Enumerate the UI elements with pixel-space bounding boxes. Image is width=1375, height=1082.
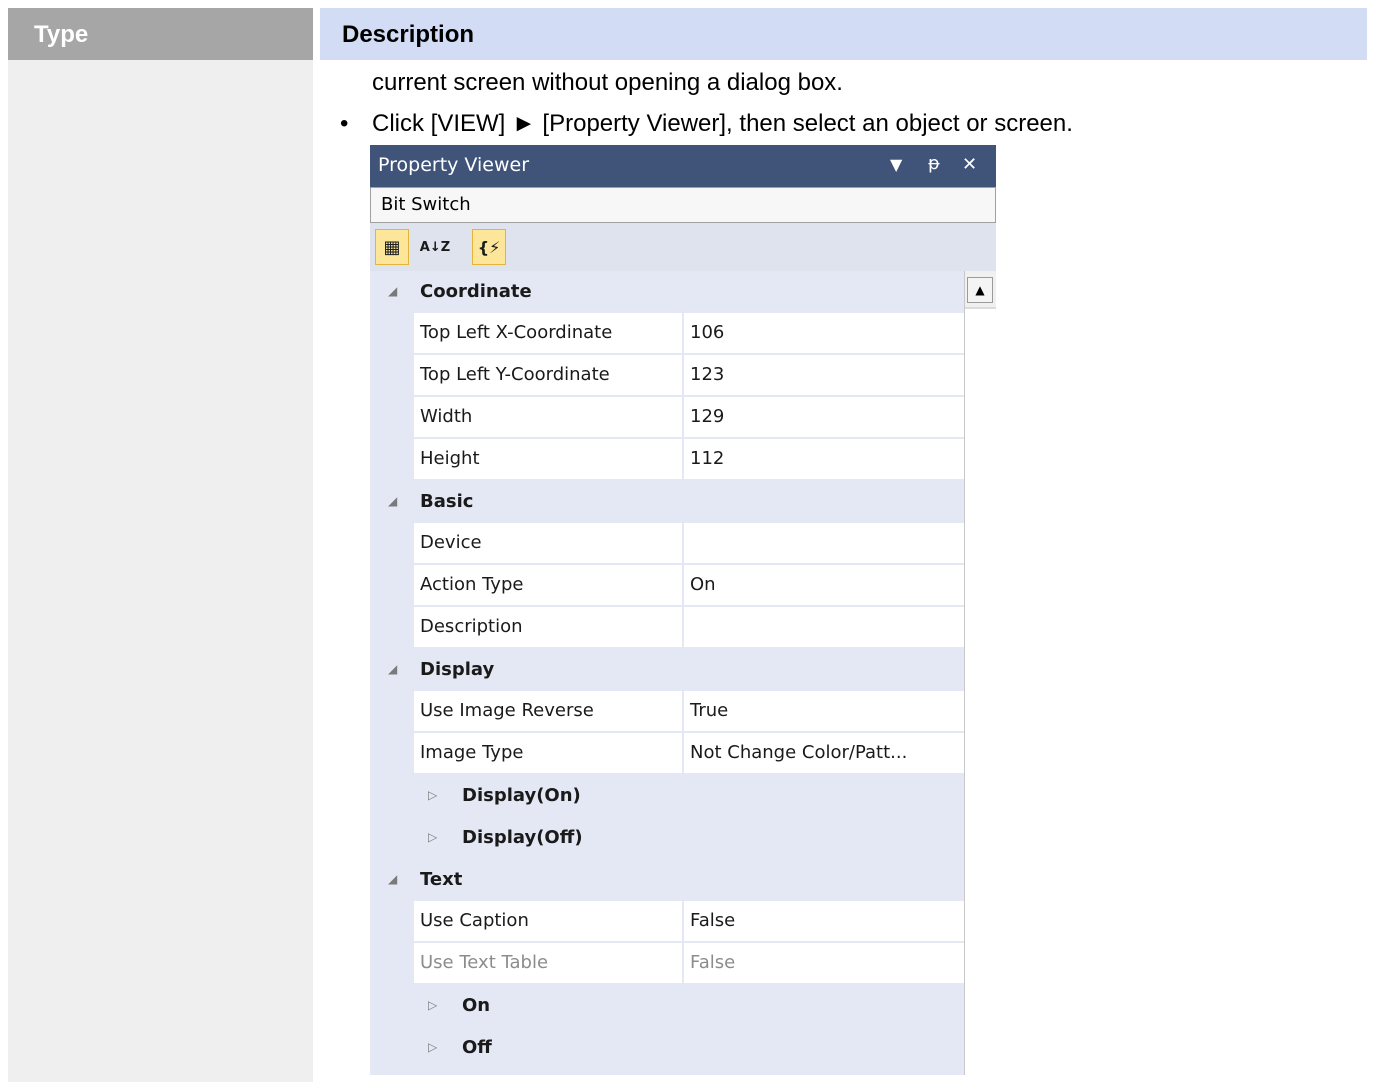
description-bullet-text: Click [VIEW] ► [Property Viewer], then s… [372,110,1073,137]
type-column-cell [8,60,313,1082]
property-name: Height [420,448,480,469]
property-value-cell[interactable]: False [684,901,964,941]
property-name: Action Type [420,574,524,595]
description-header-label: Description [342,21,475,48]
property-viewer-titlebar: Property Viewer ▼ ᵽ ✕ [370,145,996,187]
expand-triangle-icon[interactable]: ▷ [428,1040,437,1054]
property-value: False [690,952,736,973]
collapse-triangle-icon[interactable]: ◢ [388,872,397,886]
property-row[interactable]: Use Image Reverse True [370,691,964,733]
property-row[interactable]: Device [370,523,964,565]
category-coordinate[interactable]: ◢ Coordinate [370,271,964,313]
category-display[interactable]: ◢ Display [370,649,964,691]
subcategory-label: Off [462,1037,492,1058]
type-column-header: Type [8,8,313,60]
property-viewer-panel: Property Viewer ▼ ᵽ ✕ Bit Switch ▦ A↓Z {… [370,145,996,1075]
scrollbar-track[interactable] [965,307,996,1075]
property-value-cell[interactable]: 106 [684,313,964,353]
property-value-cell: False [684,943,964,983]
scroll-up-button[interactable]: ▲ [967,277,993,303]
object-selector-value: Bit Switch [381,194,471,215]
property-value-cell[interactable]: On [684,565,964,605]
collapse-triangle-icon[interactable]: ◢ [388,494,397,508]
property-value-cell[interactable]: 123 [684,355,964,395]
vertical-scrollbar[interactable]: ▲ [964,271,996,1075]
property-value-cell[interactable]: True [684,691,964,731]
property-viewer-title: Property Viewer [378,154,530,176]
categorized-icon: ▦ [383,236,401,258]
property-name: Image Type [420,742,524,763]
property-row[interactable]: Top Left Y-Coordinate 123 [370,355,964,397]
property-row[interactable]: Top Left X-Coordinate 106 [370,313,964,355]
object-selector[interactable]: Bit Switch [370,187,996,223]
property-row-disabled: Use Text Table False [370,943,964,985]
property-row[interactable]: Action Type On [370,565,964,607]
property-name: Top Left X-Coordinate [420,322,613,343]
alphabetical-sort-icon: A↓Z [419,239,451,255]
subcategory-label: Display(Off) [462,827,583,848]
property-value: 123 [690,364,725,385]
property-value-cell[interactable]: 129 [684,397,964,437]
categorized-view-button[interactable]: ▦ [375,229,409,265]
expand-triangle-icon[interactable]: ▷ [428,788,437,802]
property-row[interactable]: Description [370,607,964,649]
property-value-cell[interactable]: Not Change Color/Patt... [684,733,964,773]
category-label: Display [420,659,495,680]
events-icon: {⚡ [477,237,501,257]
property-row[interactable]: Height 112 [370,439,964,481]
property-viewer-toolbar: ▦ A↓Z {⚡ [370,223,996,271]
property-value: 106 [690,322,725,343]
type-header-label: Type [34,21,89,48]
property-value: False [690,910,736,931]
property-value: True [690,700,729,721]
description-text-line: current screen without opening a dialog … [372,69,843,96]
property-value: 129 [690,406,725,427]
property-row[interactable]: Image Type Not Change Color/Patt... [370,733,964,775]
events-button[interactable]: {⚡ [472,229,506,265]
description-column-header: Description [320,8,1367,60]
property-name: Width [420,406,473,427]
subcategory-label: Display(On) [462,785,581,806]
property-value: 112 [690,448,725,469]
category-label: Basic [420,491,474,512]
property-value: Not Change Color/Patt... [690,742,908,763]
subcategory-display-off[interactable]: ▷ Display(Off) [370,817,964,859]
property-name: Device [420,532,482,553]
property-value-cell[interactable] [684,523,964,563]
property-name: Top Left Y-Coordinate [420,364,610,385]
alphabetical-sort-button[interactable]: A↓Z [418,229,452,265]
property-grid: ◢ Coordinate Top Left X-Coordinate 106 T… [370,271,964,1075]
subcategory-on[interactable]: ▷ On [370,985,964,1027]
property-value-cell[interactable] [684,607,964,647]
property-name: Use Caption [420,910,529,931]
pin-icon[interactable]: ᵽ [928,153,940,174]
category-basic[interactable]: ◢ Basic [370,481,964,523]
expand-triangle-icon[interactable]: ▷ [428,830,437,844]
collapse-triangle-icon[interactable]: ◢ [388,284,397,298]
bullet-icon: • [340,110,349,137]
category-text[interactable]: ◢ Text [370,859,964,901]
property-row[interactable]: Use Caption False [370,901,964,943]
dropdown-icon[interactable]: ▼ [890,155,902,174]
collapse-triangle-icon[interactable]: ◢ [388,662,397,676]
category-label: Coordinate [420,281,532,302]
subcategory-off[interactable]: ▷ Off [370,1027,964,1069]
category-label: Text [420,869,463,890]
description-bullet-item: • Click [VIEW] ► [Property Viewer], then … [340,110,1073,138]
scroll-up-arrow-icon: ▲ [975,283,985,297]
expand-triangle-icon[interactable]: ▷ [428,998,437,1012]
property-value: On [690,574,716,595]
close-icon[interactable]: ✕ [962,154,977,175]
property-name: Use Text Table [420,952,549,973]
subcategory-label: On [462,995,491,1016]
property-value-cell[interactable]: 112 [684,439,964,479]
property-name: Use Image Reverse [420,700,594,721]
property-row[interactable]: Width 129 [370,397,964,439]
subcategory-display-on[interactable]: ▷ Display(On) [370,775,964,817]
property-name: Description [420,616,523,637]
